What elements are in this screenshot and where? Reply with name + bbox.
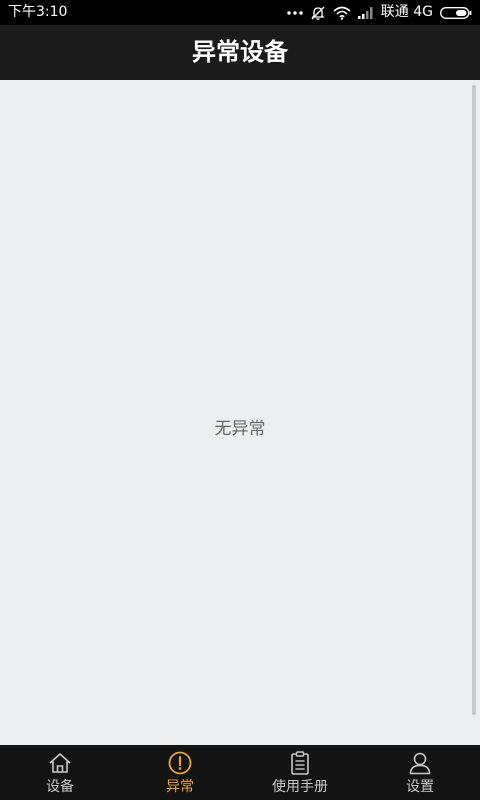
- mute-icon: [310, 5, 326, 21]
- nav-item-alerts[interactable]: 异常: [120, 745, 240, 800]
- nav-label-settings: 设置: [406, 779, 434, 795]
- user-icon: [407, 750, 433, 776]
- more-dots-icon: [287, 10, 303, 16]
- app-screen: 下午3:10 联通 4G 异常设备 无异常 设备 异常 使用手册 设置: [0, 0, 480, 800]
- battery-icon: [440, 6, 472, 19]
- content-area[interactable]: 无异常: [0, 80, 480, 745]
- wifi-icon: [333, 6, 351, 20]
- clipboard-icon: [287, 750, 313, 776]
- signal-icon: [357, 6, 374, 19]
- title-bar: 异常设备: [0, 25, 480, 80]
- bottom-nav: 设备 异常 使用手册 设置: [0, 745, 480, 800]
- home-icon: [47, 750, 73, 776]
- nav-item-manual[interactable]: 使用手册: [240, 745, 360, 800]
- alert-circle-icon: [167, 750, 193, 776]
- carrier-label: 联通 4G: [380, 4, 433, 20]
- nav-label-devices: 设备: [46, 779, 74, 795]
- nav-item-settings[interactable]: 设置: [360, 745, 480, 800]
- empty-state-message: 无异常: [214, 419, 266, 439]
- status-bar: 下午3:10 联通 4G: [0, 0, 480, 25]
- status-icons: 联通 4G: [287, 3, 472, 22]
- nav-label-alerts: 异常: [166, 779, 194, 795]
- nav-item-devices[interactable]: 设备: [0, 745, 120, 800]
- page-title: 异常设备: [192, 38, 288, 66]
- status-time: 下午3:10: [8, 4, 68, 20]
- scrollbar[interactable]: [472, 85, 476, 715]
- nav-label-manual: 使用手册: [272, 779, 328, 795]
